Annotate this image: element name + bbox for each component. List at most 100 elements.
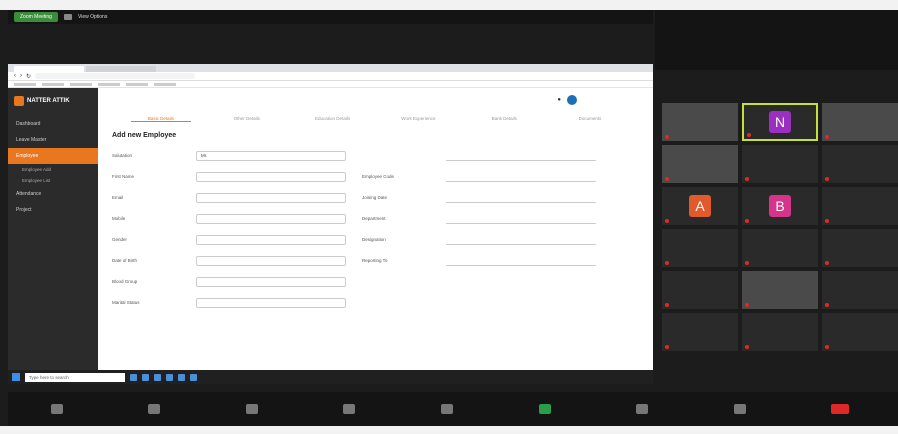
sidebar-item-dashboard[interactable]: Dashboard <box>8 116 98 132</box>
taskbar-app-icon[interactable] <box>142 373 149 381</box>
gallery-top-area <box>655 10 898 70</box>
muted-mic-icon <box>745 219 749 223</box>
step-documents[interactable]: Documents <box>560 116 620 122</box>
reporting-to-field[interactable] <box>446 256 596 266</box>
record-icon[interactable] <box>636 404 649 414</box>
participant-tile[interactable] <box>742 229 818 267</box>
participant-tile[interactable] <box>662 103 738 141</box>
mute-icon[interactable] <box>50 404 63 414</box>
dob-field[interactable] <box>196 255 346 266</box>
bookmarks-bar <box>8 81 653 88</box>
logo-text: NATTER ATTIK <box>27 98 70 104</box>
end-meeting-button[interactable] <box>831 404 850 414</box>
participant-tile[interactable] <box>742 271 818 309</box>
back-icon[interactable]: ‹ <box>14 73 16 79</box>
form-row: First Name Employee Code <box>112 166 639 187</box>
bookmark[interactable] <box>126 82 148 86</box>
chat-icon[interactable] <box>440 404 453 414</box>
notification-icon[interactable]: ● <box>557 97 561 103</box>
shield-icon[interactable] <box>63 14 72 20</box>
address-bar[interactable] <box>35 73 196 79</box>
participants-icon[interactable] <box>343 404 356 414</box>
muted-mic-icon <box>747 133 751 137</box>
video-icon[interactable] <box>148 404 161 414</box>
participant-tile[interactable] <box>822 313 898 351</box>
app-header: ● <box>98 88 653 112</box>
department-field[interactable] <box>446 214 596 224</box>
taskbar-app-icon[interactable] <box>190 373 197 381</box>
security-icon[interactable] <box>245 404 258 414</box>
bookmark[interactable] <box>14 82 36 86</box>
participant-tile[interactable] <box>822 187 898 225</box>
bookmark[interactable] <box>98 82 120 86</box>
salutation-field[interactable]: Mr. <box>196 150 346 161</box>
step-bank-details[interactable]: Bank Details <box>474 116 534 122</box>
windows-start-icon[interactable] <box>12 373 20 381</box>
taskbar-app-icon[interactable] <box>178 373 185 381</box>
form-field[interactable] <box>446 151 596 161</box>
taskbar-app-icon[interactable] <box>154 373 161 381</box>
participant-tile[interactable] <box>822 145 898 183</box>
taskbar-app-icon[interactable] <box>130 373 137 381</box>
muted-mic-icon <box>745 261 749 265</box>
sidebar-subitem-employee-add[interactable]: Employee Add <box>8 164 98 175</box>
sidebar-item-employee[interactable]: Employee <box>8 148 98 164</box>
participant-tile[interactable] <box>662 145 738 183</box>
avatar[interactable] <box>567 95 577 105</box>
field-label: Designation <box>362 237 386 242</box>
participant-tile[interactable] <box>822 271 898 309</box>
blood-group-field[interactable] <box>196 276 346 287</box>
participant-tile[interactable] <box>742 313 818 351</box>
zoom-meeting-tab[interactable]: Zoom Meeting <box>14 12 58 22</box>
participant-tile[interactable] <box>822 103 898 141</box>
participant-tile[interactable] <box>822 229 898 267</box>
participant-tile[interactable]: N <box>742 103 818 141</box>
designation-field[interactable] <box>446 235 596 245</box>
step-other-details[interactable]: Other Details <box>217 116 277 122</box>
view-options-button[interactable]: View Options <box>78 14 107 20</box>
sidebar-subitem-employee-list[interactable]: Employee List <box>8 175 98 186</box>
participant-tile[interactable]: B <box>742 187 818 225</box>
logo-icon <box>14 96 24 106</box>
email-field[interactable] <box>196 192 346 203</box>
step-work-experience[interactable]: Work Experience <box>388 116 448 122</box>
marital-status-field[interactable] <box>196 297 346 308</box>
participant-initial: B <box>769 195 791 217</box>
first-name-field[interactable] <box>196 171 346 182</box>
participant-tile[interactable] <box>742 145 818 183</box>
participant-tile[interactable] <box>662 313 738 351</box>
sidebar-item-project[interactable]: Project <box>8 202 98 218</box>
taskbar-search-input[interactable]: Type here to search <box>25 372 125 382</box>
gender-field[interactable] <box>196 234 346 245</box>
muted-mic-icon <box>825 177 829 181</box>
mobile-field[interactable] <box>196 213 346 224</box>
sidebar-item-leave-master[interactable]: Leave Master <box>8 132 98 148</box>
share-screen-icon[interactable] <box>538 404 551 414</box>
field-label: First Name <box>112 174 135 179</box>
bookmark[interactable] <box>70 82 92 86</box>
sidebar-item-attendance[interactable]: Attendance <box>8 186 98 202</box>
bookmark[interactable] <box>154 82 176 86</box>
employee-code-field[interactable] <box>446 172 596 182</box>
bookmark[interactable] <box>42 82 64 86</box>
participant-tile[interactable] <box>662 229 738 267</box>
form-row: Mobile Department <box>112 208 639 229</box>
muted-mic-icon <box>825 303 829 307</box>
zoom-top-bar: Zoom Meeting View Options <box>8 10 653 24</box>
main-content: ● Basic Details Other Details Education … <box>98 88 653 370</box>
browser-tab[interactable] <box>86 66 156 72</box>
reactions-icon[interactable] <box>733 404 746 414</box>
form-row: Date of Birth Reporting To <box>112 250 639 271</box>
step-education-details[interactable]: Education Details <box>303 116 363 122</box>
joining-date-field[interactable] <box>446 193 596 203</box>
forward-icon[interactable]: › <box>20 73 22 79</box>
taskbar-app-icon[interactable] <box>166 373 173 381</box>
reload-icon[interactable]: ↻ <box>26 73 31 80</box>
participant-tile[interactable] <box>662 271 738 309</box>
participant-tile[interactable]: A <box>662 187 738 225</box>
browser-tab[interactable] <box>14 66 84 72</box>
muted-mic-icon <box>825 135 829 139</box>
muted-mic-icon <box>745 303 749 307</box>
step-basic-details[interactable]: Basic Details <box>130 116 191 122</box>
form-row: Email Joining Date <box>112 187 639 208</box>
